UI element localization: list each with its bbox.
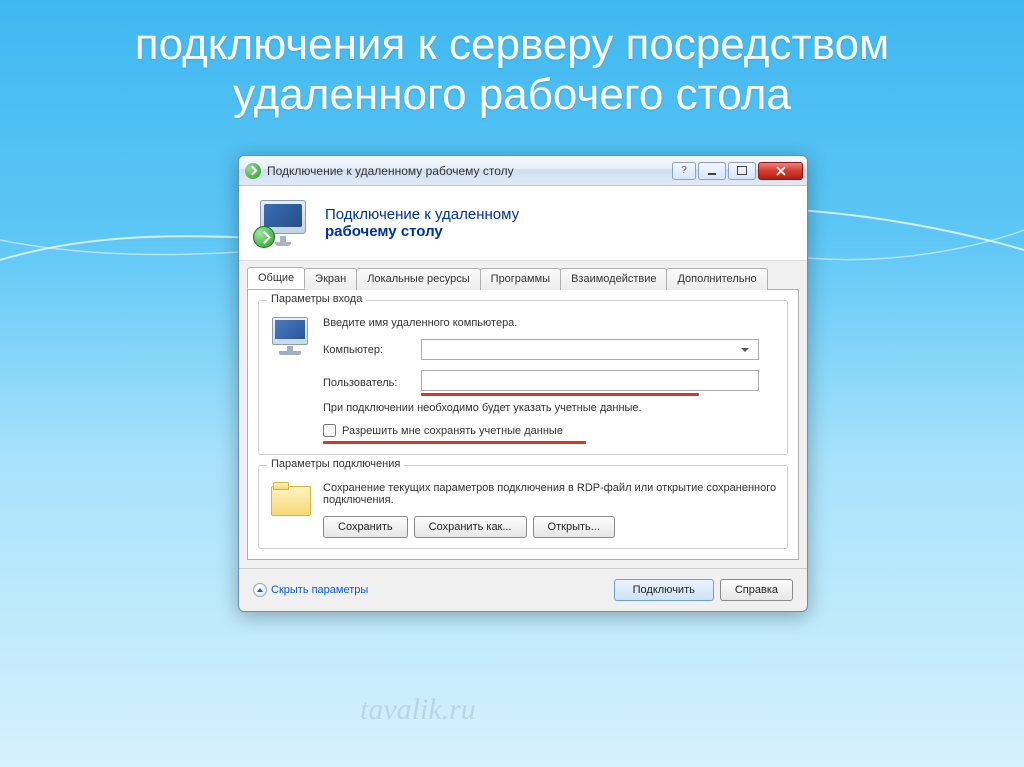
tab-programs[interactable]: Программы	[480, 268, 561, 290]
tab-experience[interactable]: Взаимодействие	[560, 268, 667, 290]
login-instruction: Введите имя удаленного компьютера.	[323, 317, 777, 329]
save-button[interactable]: Сохранить	[323, 516, 408, 538]
folder-icon	[269, 482, 311, 518]
header-line1: Подключение к удаленному	[325, 206, 519, 223]
tab-strip: Общие Экран Локальные ресурсы Программы …	[247, 267, 799, 289]
close-button[interactable]	[758, 162, 803, 180]
header-band: Подключение к удаленному рабочему столу	[239, 186, 807, 261]
collapse-icon	[253, 583, 267, 597]
rdp-app-icon	[245, 163, 261, 179]
maximize-button[interactable]	[728, 162, 756, 180]
open-button[interactable]: Открыть...	[533, 516, 615, 538]
tab-display[interactable]: Экран	[304, 268, 357, 290]
rdp-large-icon	[255, 200, 311, 246]
annotation-underline	[421, 393, 699, 396]
rdp-dialog-window: Подключение к удаленному рабочему столу …	[238, 155, 808, 612]
tab-advanced[interactable]: Дополнительно	[666, 268, 767, 290]
window-title: Подключение к удаленному рабочему столу	[267, 164, 672, 178]
credentials-hint: При подключении необходимо будет указать…	[323, 402, 777, 414]
login-group-legend: Параметры входа	[267, 293, 366, 305]
user-input[interactable]	[421, 370, 759, 391]
help-footer-button[interactable]: Справка	[720, 579, 793, 601]
hide-params-label: Скрыть параметры	[271, 584, 368, 596]
tab-general[interactable]: Общие	[247, 267, 305, 289]
minimize-button[interactable]	[698, 162, 726, 180]
login-group: Параметры входа Введите имя удаленного к…	[258, 300, 788, 455]
titlebar[interactable]: Подключение к удаленному рабочему столу …	[239, 156, 807, 186]
save-credentials-label: Разрешить мне сохранять учетные данные	[342, 425, 563, 437]
header-line2: рабочему столу	[325, 223, 519, 240]
slide-title: подключения к серверу посредством удален…	[0, 0, 1024, 130]
connection-group: Параметры подключения Сохранение текущих…	[258, 465, 788, 549]
user-label: Пользователь:	[323, 377, 413, 389]
computer-icon	[269, 317, 311, 359]
annotation-underline	[323, 441, 586, 444]
computer-input[interactable]	[421, 339, 759, 360]
tab-local-resources[interactable]: Локальные ресурсы	[356, 268, 480, 290]
dialog-footer: Скрыть параметры Подключить Справка	[239, 568, 807, 611]
save-as-button[interactable]: Сохранить как...	[414, 516, 527, 538]
connection-group-legend: Параметры подключения	[267, 458, 404, 470]
computer-label: Компьютер:	[323, 344, 413, 356]
tab-panel-general: Параметры входа Введите имя удаленного к…	[247, 289, 799, 560]
connect-button[interactable]: Подключить	[614, 579, 714, 601]
save-credentials-checkbox[interactable]	[323, 424, 336, 437]
connection-desc: Сохранение текущих параметров подключени…	[323, 482, 777, 506]
dropdown-caret-icon[interactable]	[741, 348, 749, 352]
help-button[interactable]: ?	[672, 162, 696, 180]
watermark: tavalik.ru	[360, 693, 476, 727]
hide-params-link[interactable]: Скрыть параметры	[253, 583, 368, 597]
